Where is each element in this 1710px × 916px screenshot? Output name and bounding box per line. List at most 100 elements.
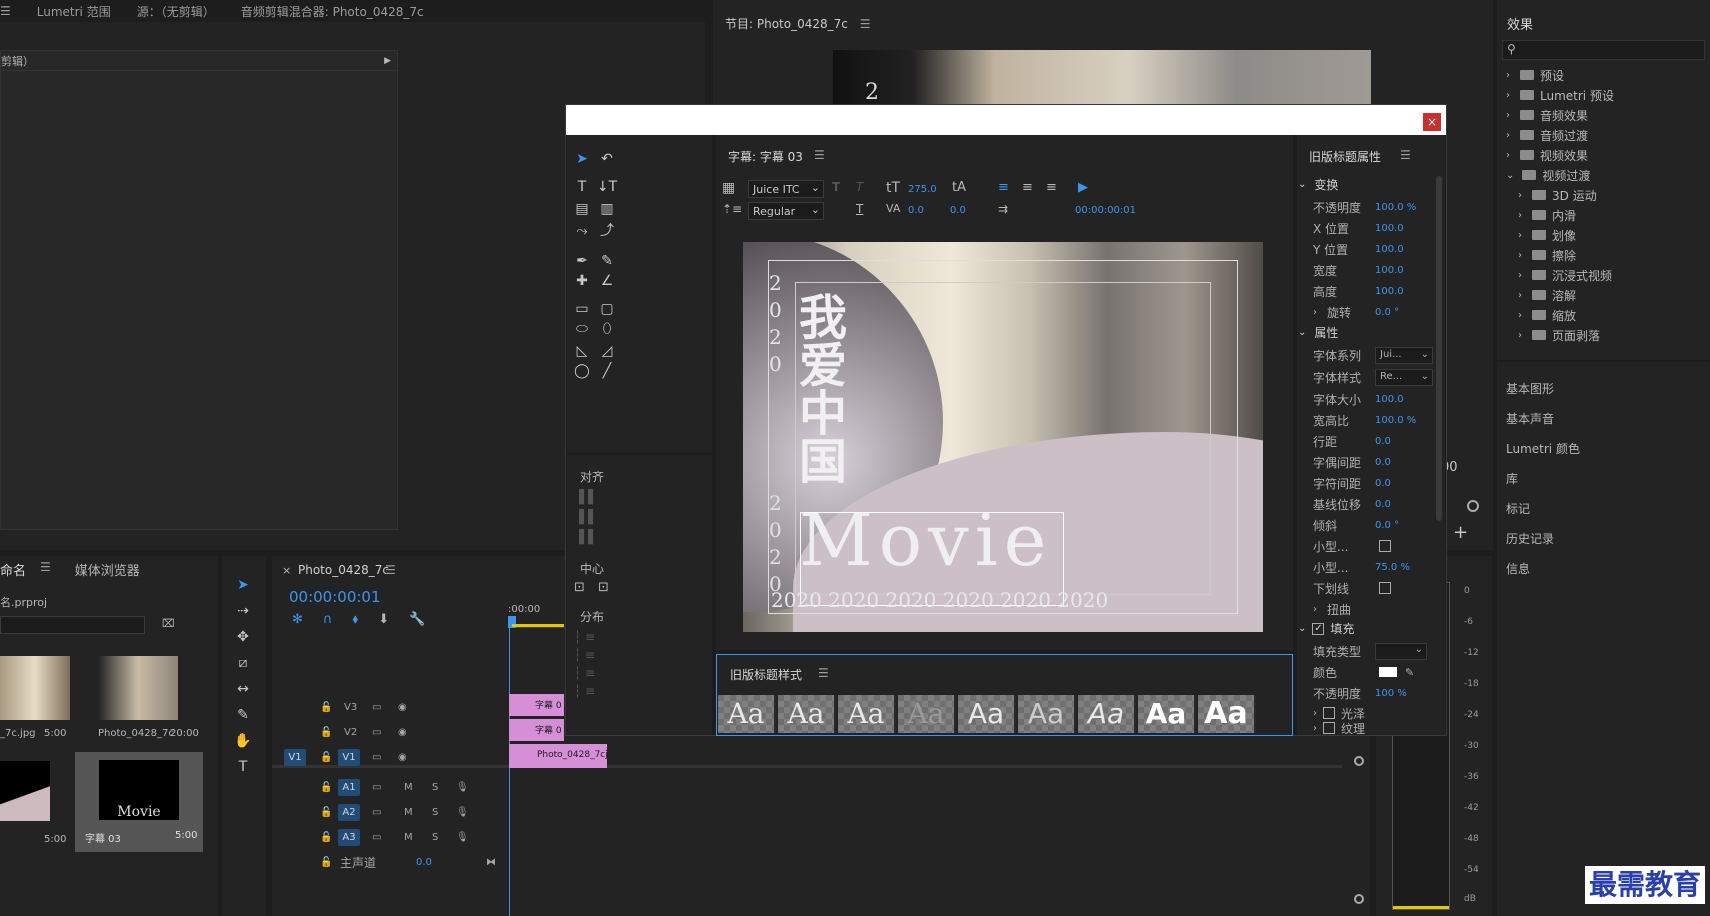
close-icon[interactable]: × bbox=[282, 564, 291, 577]
color-swatch[interactable] bbox=[1379, 667, 1397, 677]
delete-anchor-tool-icon[interactable]: ✎ bbox=[596, 252, 618, 270]
font-size-value[interactable]: 275.0 bbox=[908, 184, 937, 195]
ripple-edit-tool-icon[interactable]: ✥ bbox=[232, 628, 254, 646]
add-marker-icon[interactable]: ⬧ bbox=[352, 612, 358, 627]
show-video-icon[interactable]: ▶ bbox=[1078, 180, 1088, 195]
mic-icon[interactable]: 🎙 bbox=[456, 832, 469, 843]
eye-icon[interactable]: ◉ bbox=[398, 702, 407, 713]
font-family-dropdown[interactable]: Jui... ⌄ bbox=[1375, 346, 1433, 364]
menu-icon[interactable]: ☰ bbox=[814, 148, 825, 162]
effects-item-presets[interactable]: › 预设 bbox=[1506, 65, 1564, 85]
vertical-path-type-tool-icon[interactable]: ⤴ bbox=[596, 222, 618, 240]
add-button-icon[interactable]: + bbox=[1453, 522, 1468, 543]
slip-tool-icon[interactable]: ↔ bbox=[232, 680, 254, 698]
type-tool-icon[interactable]: T bbox=[571, 178, 593, 196]
align-center-icon[interactable]: ≡ bbox=[1022, 180, 1033, 195]
type-tool-icon[interactable]: T bbox=[232, 758, 254, 776]
chevron-right-icon[interactable]: › bbox=[1313, 708, 1317, 719]
rotate-tool-icon[interactable]: ↶ bbox=[596, 150, 618, 168]
sheen-checkbox[interactable] bbox=[1323, 707, 1335, 719]
panel-info[interactable]: 信息 bbox=[1506, 560, 1530, 577]
font-style-select[interactable]: Regular ⌄ bbox=[748, 202, 824, 220]
track-target-v1[interactable]: V1 bbox=[338, 748, 360, 766]
effects-sub-3d[interactable]: › 3D 运动 bbox=[1518, 185, 1597, 205]
linked-selection-icon[interactable]: ∩ bbox=[323, 612, 333, 627]
fill-checkbox[interactable]: ✓ bbox=[1312, 622, 1325, 635]
style-swatch[interactable]: Aa bbox=[1198, 695, 1256, 733]
menu-icon[interactable]: ☰ bbox=[0, 4, 11, 18]
center-vertical-icon[interactable]: ⊡ bbox=[598, 580, 609, 595]
style-swatch[interactable]: Aa bbox=[778, 695, 836, 733]
line-tool-icon[interactable]: ╱ bbox=[596, 362, 618, 380]
menu-icon[interactable]: ☰ bbox=[385, 563, 396, 577]
eye-icon[interactable]: ◉ bbox=[398, 752, 407, 763]
go-to-end-icon[interactable]: ⧓ bbox=[486, 857, 496, 868]
dialog-titlebar[interactable]: × bbox=[566, 105, 1446, 135]
lock-icon[interactable]: 🔓 bbox=[320, 782, 332, 793]
film-icon[interactable]: ▭ bbox=[372, 782, 381, 793]
vertical-type-tool-icon[interactable]: ↓T bbox=[596, 178, 618, 196]
add-anchor-tool-icon[interactable]: ✚ bbox=[571, 272, 593, 290]
lock-icon[interactable]: 🔓 bbox=[320, 727, 332, 738]
pen-tool-icon[interactable]: ✒ bbox=[571, 252, 593, 270]
wrench-icon[interactable]: 🔧 bbox=[409, 612, 425, 627]
selection-tool-icon[interactable]: ➤ bbox=[571, 150, 593, 168]
timeline-scrollbar-v[interactable] bbox=[1354, 756, 1368, 912]
film-icon[interactable]: ▭ bbox=[372, 727, 381, 738]
effects-sub-page-peel[interactable]: › 页面剥落 bbox=[1518, 325, 1600, 345]
timeline-tab[interactable]: Photo_0428_7c bbox=[298, 563, 389, 577]
mic-icon[interactable]: 🎙 bbox=[456, 782, 469, 793]
lock-icon[interactable]: 🔓 bbox=[320, 702, 332, 713]
effects-search-input[interactable]: ⚲ bbox=[1502, 40, 1705, 60]
arc-tool-icon[interactable]: ◿ bbox=[596, 342, 618, 360]
italic-icon[interactable]: T bbox=[856, 180, 863, 194]
project-search-input[interactable] bbox=[0, 616, 145, 634]
panel-markers[interactable]: 标记 bbox=[1506, 500, 1530, 517]
effects-sub-zoom[interactable]: › 缩放 bbox=[1518, 305, 1576, 325]
title-canvas[interactable]: 2020 2020 我爱中国 Movie 2020 2020 2020 2020… bbox=[743, 242, 1263, 632]
effects-item-lumetri-presets[interactable]: › Lumetri 预设 bbox=[1506, 85, 1614, 105]
styles-title[interactable]: 旧版标题样式 bbox=[730, 666, 802, 683]
tab-icon[interactable]: ⇉ bbox=[998, 202, 1008, 216]
tab-media-browser[interactable]: 媒体浏览器 bbox=[75, 560, 140, 579]
track-select-tool-icon[interactable]: ⇢ bbox=[232, 602, 254, 620]
track-target-a1[interactable]: A1 bbox=[338, 778, 360, 796]
menu-icon[interactable]: ☰ bbox=[1400, 148, 1411, 162]
lock-icon[interactable]: 🔓 bbox=[320, 857, 332, 868]
project-thumb-3[interactable] bbox=[0, 761, 50, 821]
pen-tool-icon[interactable]: ✎ bbox=[232, 706, 254, 724]
eyedropper-icon[interactable]: ✎ bbox=[1405, 666, 1414, 679]
clipped-rect-tool-icon[interactable]: ⬭ bbox=[571, 320, 593, 338]
tab-audio-mixer[interactable]: 音频剪辑混合器: Photo_0428_7c bbox=[241, 3, 424, 20]
tab-lumetri-scopes[interactable]: Lumetri 范围 bbox=[37, 3, 111, 20]
mute-button[interactable]: M bbox=[404, 832, 413, 843]
program-scrub-handle[interactable] bbox=[1467, 500, 1479, 512]
bold-icon[interactable]: T bbox=[832, 180, 840, 194]
dialog-close-button[interactable]: × bbox=[1423, 113, 1441, 131]
project-thumb-2[interactable] bbox=[98, 656, 178, 720]
solo-button[interactable]: S bbox=[432, 782, 438, 793]
panel-essential-sound[interactable]: 基本声音 bbox=[1506, 410, 1554, 427]
align-left-icon[interactable]: ≡ bbox=[998, 180, 1009, 195]
distribute-buttons[interactable]: ┆ ≡ ┆ ≡ ┆ ≡ ┆ ≡ bbox=[574, 628, 618, 708]
ellipse-tool-icon[interactable]: ◯ bbox=[571, 362, 593, 380]
section-fill[interactable]: ⌄ ✓ 填充 bbox=[1298, 620, 1354, 637]
project-item-selected[interactable]: Movie 字幕 03 5:00 bbox=[75, 752, 203, 852]
project-thumb-1[interactable] bbox=[0, 656, 70, 720]
style-swatch[interactable]: Aa bbox=[898, 695, 956, 733]
panel-essential-graphics[interactable]: 基本图形 bbox=[1506, 380, 1554, 397]
track-target-a3[interactable]: A3 bbox=[338, 828, 360, 846]
effects-item-audio-effects[interactable]: › 音频效果 bbox=[1506, 105, 1588, 125]
effects-item-video-transitions[interactable]: ⌄ 视频过渡 bbox=[1506, 165, 1590, 185]
marker-icon[interactable]: ⬇ bbox=[378, 612, 389, 627]
props-title[interactable]: 旧版标题属性 bbox=[1309, 148, 1381, 165]
new-bin-icon[interactable]: ⌧ bbox=[162, 617, 175, 630]
dialog-timecode[interactable]: 00:00:00:01 bbox=[1075, 205, 1136, 216]
kerning-value[interactable]: 0.0 bbox=[908, 205, 924, 216]
timeline-timecode[interactable]: 00:00:00:01 bbox=[289, 588, 381, 606]
small-caps-checkbox[interactable] bbox=[1379, 540, 1391, 552]
underline-checkbox[interactable] bbox=[1379, 582, 1391, 594]
rounded-corner-tool-icon[interactable]: ⬯ bbox=[596, 320, 618, 338]
mute-button[interactable]: M bbox=[404, 807, 413, 818]
clip-v2[interactable]: 字幕 0 bbox=[509, 719, 564, 741]
